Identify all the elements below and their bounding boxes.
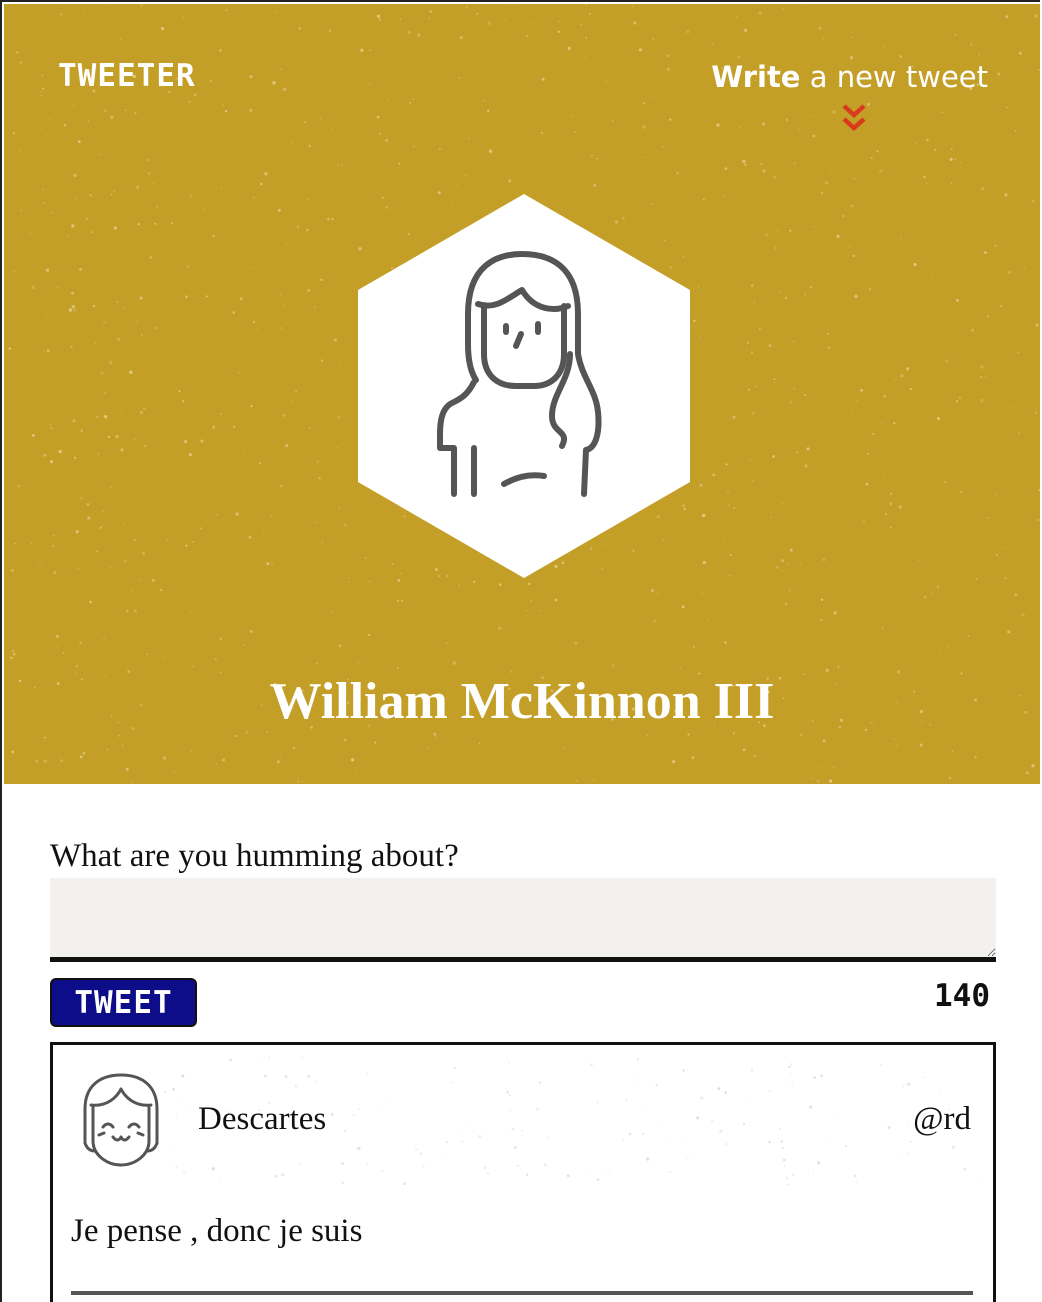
tweet-author[interactable]: Descartes xyxy=(198,1101,326,1138)
tweet-compose-input[interactable] xyxy=(50,878,996,962)
app-frame: TWEETER Write a new tweet William McKinn… xyxy=(0,0,1040,1302)
write-new-tweet-link[interactable]: Write a new tweet xyxy=(711,60,988,94)
brand-logo[interactable]: TWEETER xyxy=(58,58,196,94)
write-rest-text: a new tweet xyxy=(800,60,988,94)
tweet-handle[interactable]: @rd xyxy=(913,1101,971,1138)
compose-label: What are you humming about? xyxy=(50,838,459,874)
tweet-divider xyxy=(71,1291,973,1295)
profile-header: TWEETER Write a new tweet William McKinn… xyxy=(4,4,1040,784)
write-strong-text: Write xyxy=(711,60,801,94)
tweet-content: Je pense , donc je suis xyxy=(71,1213,363,1249)
tweet-card: Descartes @rd Je pense , donc je suis xyxy=(50,1042,996,1302)
woman-avatar-icon xyxy=(358,194,690,578)
char-counter: 140 xyxy=(934,978,990,1014)
tweet-submit-button[interactable]: TWEET xyxy=(50,978,197,1027)
profile-name: William McKinnon III xyxy=(269,673,775,730)
double-chevron-down-icon[interactable] xyxy=(840,102,868,136)
girl-avatar-icon xyxy=(83,1073,159,1167)
